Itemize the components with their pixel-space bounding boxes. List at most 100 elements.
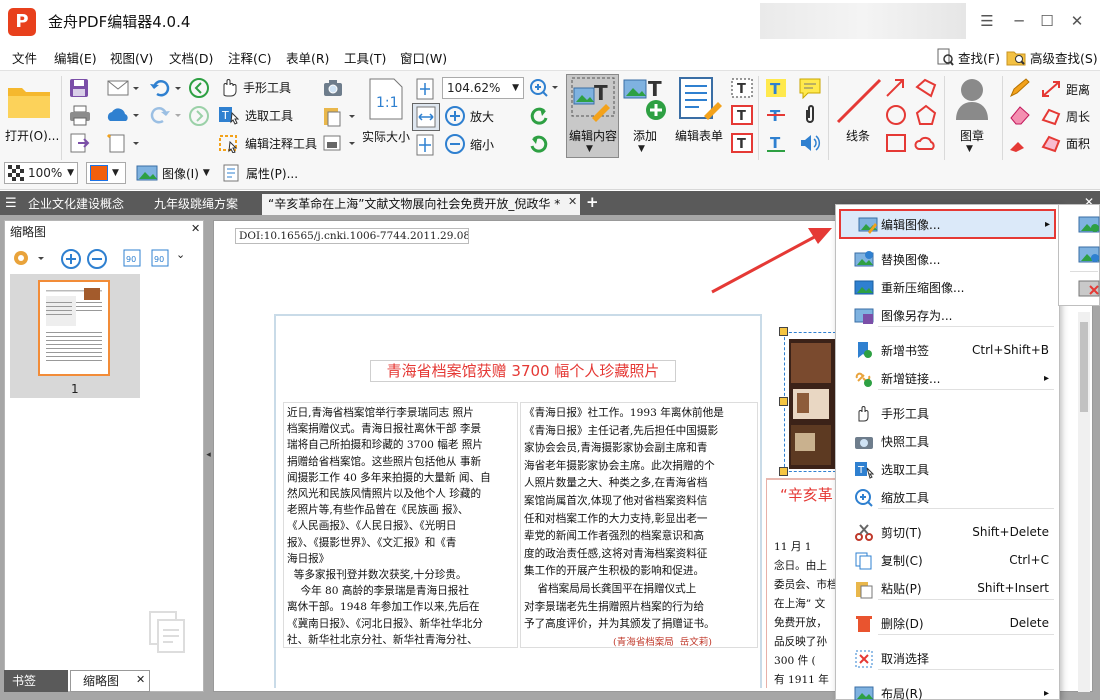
menu-document[interactable]: 文档(D) (169, 48, 213, 67)
rectangle-icon[interactable] (884, 132, 908, 157)
text-field-icon[interactable]: T (730, 77, 754, 102)
edit-annot-tool-button[interactable]: 编辑注释工具 (218, 133, 317, 153)
edit-form-label[interactable]: 编辑表单 (675, 127, 723, 144)
properties-button[interactable]: 属性(P)... (222, 164, 298, 182)
perimeter-button[interactable]: 周长 (1040, 106, 1090, 126)
panel-close-icon[interactable]: ✕ (191, 222, 200, 235)
text-box-icon[interactable]: T (730, 104, 754, 129)
zoom-out-button[interactable]: 缩小 (444, 133, 494, 155)
lines-label[interactable]: 线条 (846, 127, 870, 144)
export-icon[interactable] (68, 132, 92, 157)
chevron-down-double-icon[interactable]: ⌄ (176, 248, 185, 261)
opacity-select[interactable]: 100% ▼ (4, 162, 78, 184)
typewriter-icon[interactable]: T (764, 77, 788, 102)
context-menu-item[interactable]: 替换图像... (836, 245, 1059, 273)
context-menu-item[interactable]: 图像另存为... (836, 301, 1059, 329)
enlarge-thumbnail-icon[interactable] (60, 248, 82, 273)
open-button[interactable] (6, 80, 54, 123)
rotate-page-cw-icon[interactable]: 90 (148, 246, 172, 273)
thumbnail-settings-icon[interactable] (10, 246, 48, 273)
panel-tab-close-icon[interactable]: ✕ (136, 673, 145, 686)
cloud-upload-icon[interactable] (106, 105, 140, 128)
actual-size-label[interactable]: 实际大小 (362, 128, 410, 145)
distance-button[interactable]: 距离 (1040, 79, 1090, 99)
pentagon-icon[interactable] (914, 104, 938, 129)
open-label[interactable]: 打开(O)... (5, 127, 59, 144)
menu-edit[interactable]: 编辑(E) (54, 48, 97, 67)
line-icon[interactable] (834, 76, 884, 129)
close-icon[interactable]: ✕ (1064, 8, 1090, 34)
menu-form[interactable]: 表单(R) (286, 48, 329, 67)
menu-tools[interactable]: 工具(T) (344, 48, 386, 67)
context-menu-item[interactable]: 新增书签 Ctrl+Shift+B (836, 336, 1059, 364)
strikeout-icon[interactable]: T (764, 104, 788, 129)
actual-size-button[interactable]: 1:1 (368, 77, 404, 124)
stamp-icon[interactable] (950, 76, 994, 125)
color-picker[interactable]: ▼ (86, 162, 126, 184)
fit-width-icon[interactable] (412, 103, 440, 131)
context-menu-item[interactable]: 新增链接... ▸ (836, 364, 1059, 392)
pencil-icon[interactable] (1008, 77, 1032, 102)
print-icon[interactable] (68, 104, 92, 129)
eraser-icon[interactable] (1008, 104, 1032, 129)
chevron-down-icon[interactable]: ▼ (638, 144, 645, 154)
submenu-item-1[interactable] (1078, 214, 1100, 237)
find-button[interactable]: 查找(F) (936, 44, 1000, 70)
add-label[interactable]: 添加 (633, 127, 657, 144)
menu-comment[interactable]: 注释(C) (228, 48, 271, 67)
menu-file[interactable]: 文件 (12, 48, 37, 67)
maximize-icon[interactable]: ☐ (1034, 8, 1060, 34)
rotate-page-ccw-icon[interactable]: 90 (120, 246, 144, 273)
resize-handle[interactable] (779, 397, 788, 406)
resize-handle[interactable] (779, 467, 788, 476)
menu-window[interactable]: 窗口(W) (400, 48, 447, 67)
image-menu-button[interactable]: 图像(I) ▼ (136, 164, 210, 182)
underline-icon[interactable]: T (764, 132, 788, 157)
scan-icon[interactable] (322, 132, 356, 157)
fit-visible-icon[interactable] (414, 133, 438, 160)
zoom-in-button[interactable]: 放大 (444, 105, 494, 127)
new-doc-icon[interactable] (106, 132, 140, 157)
minimize-icon[interactable]: ─ (1006, 8, 1032, 34)
undo-icon[interactable] (148, 78, 182, 101)
save-icon[interactable] (68, 77, 90, 102)
paste-doc-icon[interactable] (322, 105, 356, 130)
zoom-in-small-icon[interactable] (528, 77, 560, 102)
menu-icon[interactable]: ☰ (974, 8, 1000, 34)
context-menu-item[interactable]: 粘贴(P) Shift+Insert (836, 574, 1059, 602)
select-tool-button[interactable]: T 选取工具 (218, 105, 293, 125)
menu-view[interactable]: 视图(V) (110, 48, 153, 67)
context-menu-item[interactable]: 编辑图像... ▸ (840, 210, 1054, 238)
advanced-find-button[interactable]: 高级查找(S) (1006, 44, 1098, 70)
highlight-area-icon[interactable] (1008, 132, 1032, 157)
selected-image-frame[interactable] (784, 332, 836, 472)
page-thumbnail[interactable] (38, 280, 110, 376)
context-menu-item[interactable]: T 选取工具 (836, 455, 1059, 483)
scrollbar-thumb[interactable] (1080, 322, 1088, 412)
chevron-down-icon[interactable]: ▼ (586, 144, 593, 154)
shrink-thumbnail-icon[interactable] (86, 248, 108, 273)
back-icon[interactable] (188, 77, 210, 102)
stamp-label[interactable]: 图章 (960, 127, 984, 144)
context-menu-item[interactable]: 取消选择 (836, 644, 1059, 672)
context-menu-item[interactable]: 剪切(T) Shift+Delete (836, 518, 1059, 546)
tab-bookmarks[interactable]: 书签 (4, 670, 68, 692)
hand-tool-button[interactable]: 手形工具 (218, 77, 291, 97)
tab-document-1[interactable]: 企业文化建设概念 (22, 194, 130, 215)
chevron-down-icon[interactable]: ▼ (966, 144, 973, 154)
snapshot-icon[interactable] (322, 78, 344, 101)
fit-page-icon[interactable] (414, 77, 438, 104)
sound-icon[interactable] (798, 132, 822, 157)
forward-icon[interactable] (188, 105, 210, 130)
polygon-line-icon[interactable] (914, 77, 938, 102)
context-menu-item[interactable]: 删除(D) Delete (836, 609, 1059, 637)
context-menu-item[interactable]: 手形工具 (836, 399, 1059, 427)
attach-file-icon[interactable] (798, 104, 822, 129)
context-menu-item[interactable]: 缩放工具 (836, 483, 1059, 511)
callout-icon[interactable]: T (730, 132, 754, 157)
redo-icon[interactable] (148, 105, 182, 128)
ellipse-icon[interactable] (884, 104, 908, 129)
new-tab-icon[interactable]: + (586, 193, 599, 211)
panel-collapse-handle[interactable]: ◂ (204, 440, 213, 470)
arrow-icon[interactable] (884, 77, 908, 102)
